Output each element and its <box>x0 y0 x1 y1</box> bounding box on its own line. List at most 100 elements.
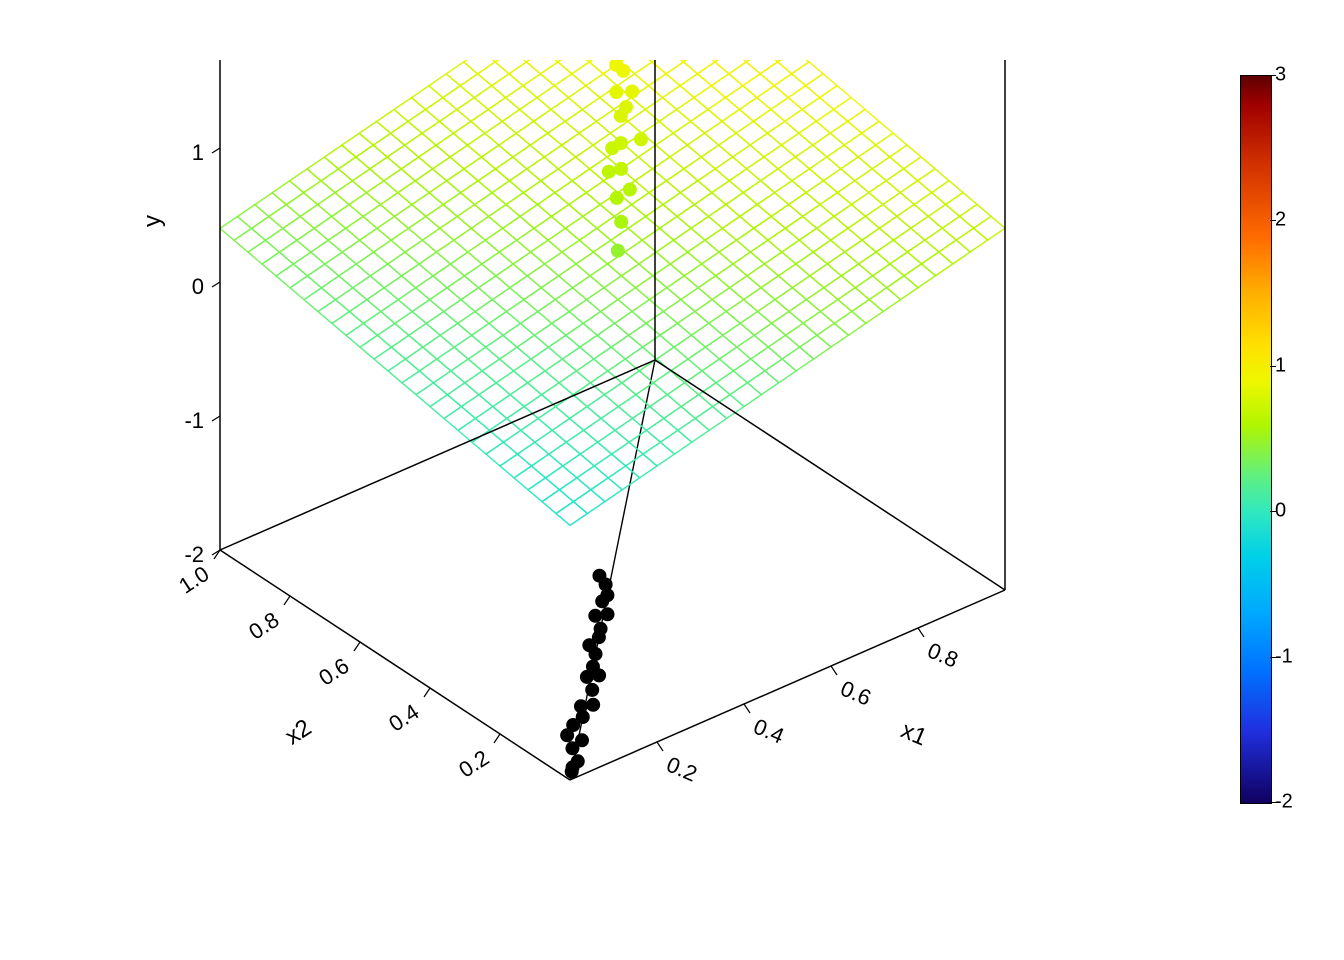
surface-cell <box>587 288 618 312</box>
surface-cell <box>674 335 705 359</box>
surface-cell <box>684 264 715 288</box>
surface-cell <box>447 169 478 193</box>
surface-cell <box>464 264 495 288</box>
surface-cell <box>827 252 858 276</box>
surface-cell <box>768 228 799 252</box>
surface-cell <box>855 169 886 193</box>
surface-cell <box>544 145 575 169</box>
surface-cell <box>500 454 531 478</box>
surface-cell <box>757 86 788 110</box>
surface-cell <box>516 121 547 145</box>
surface-cell <box>576 359 607 383</box>
surface-cell <box>551 98 582 122</box>
surface-cell <box>767 121 798 145</box>
surface-cell <box>450 252 481 276</box>
surface-cell <box>904 157 935 181</box>
surface-cell <box>478 276 509 300</box>
surface-cell <box>408 110 439 134</box>
surface-cell <box>521 418 552 442</box>
surface-cell <box>813 133 844 157</box>
surface-cell <box>464 157 495 181</box>
box-edge <box>220 550 570 780</box>
surface-cell <box>495 157 526 181</box>
surface-cell <box>660 430 691 454</box>
surface-cell <box>751 347 782 371</box>
z-axis-label: y <box>139 215 166 227</box>
surface-cell <box>715 157 746 181</box>
surface-cell <box>743 181 774 205</box>
surface-cell <box>956 228 987 252</box>
surface-cell <box>629 430 660 454</box>
surface-cell <box>635 276 666 300</box>
surface-cell <box>478 62 509 86</box>
surface-cell <box>782 347 813 371</box>
surface-cell <box>576 145 607 169</box>
surface-cell <box>353 276 384 300</box>
surface-cell <box>635 62 666 86</box>
surface-cell <box>608 466 639 490</box>
surface-cell <box>447 383 478 407</box>
surface-cell <box>489 312 520 336</box>
surface-cell <box>760 62 791 86</box>
surface-cell <box>726 300 757 324</box>
surface-cell <box>517 442 548 466</box>
surface-cell <box>800 335 831 359</box>
surface-cell <box>433 264 464 288</box>
surface-cell <box>307 264 338 288</box>
surface-cell <box>750 133 781 157</box>
surface-cell <box>415 169 446 193</box>
surface-cell <box>307 157 338 181</box>
surface-cell <box>845 240 876 264</box>
surface-cell <box>520 98 551 122</box>
surface-cell <box>513 145 544 169</box>
surface-cell <box>746 60 777 74</box>
surface-cell <box>562 133 593 157</box>
surface-cell <box>286 193 317 217</box>
surface-cell <box>820 86 851 110</box>
surface-cell <box>509 62 540 86</box>
surface-cell <box>820 300 851 324</box>
surface-cell <box>321 169 352 193</box>
surface-cell <box>663 86 694 110</box>
surface-cell <box>293 252 324 276</box>
surface-cell <box>486 335 517 359</box>
surface-cell <box>579 228 610 252</box>
surface-cell <box>552 418 583 442</box>
surface-cell <box>775 288 806 312</box>
surface-cell <box>454 335 485 359</box>
surface-cell <box>283 216 314 240</box>
surface-cell <box>325 252 356 276</box>
surface-cell <box>852 300 883 324</box>
surface-cell <box>416 276 447 300</box>
surface-cell <box>572 62 603 86</box>
surface-cell <box>670 252 701 276</box>
surface-cell <box>887 276 918 300</box>
surface-cell <box>890 252 921 276</box>
surface-cell <box>534 109 565 133</box>
surface-cell <box>398 181 429 205</box>
surface-cell <box>433 371 464 395</box>
surface-cell <box>582 98 613 122</box>
surface-cell <box>632 407 663 431</box>
surface-cell <box>461 288 492 312</box>
surface-cell <box>876 240 907 264</box>
surface-point <box>611 244 625 258</box>
surface-cell <box>684 157 715 181</box>
surface-cell <box>607 252 638 276</box>
surface-cell <box>437 347 468 371</box>
surface-cell <box>530 133 561 157</box>
surface-cell <box>747 371 778 395</box>
box-edge <box>570 590 1005 780</box>
surface-cell <box>502 109 533 133</box>
floor-point <box>594 622 608 636</box>
surface-cell <box>774 74 805 98</box>
floor-point <box>574 699 588 713</box>
surface-cell <box>377 110 408 134</box>
surface-cell <box>677 98 708 122</box>
surface-point <box>619 100 633 114</box>
x1-tick-label: 0.2 <box>663 752 701 787</box>
surface-cell <box>681 288 712 312</box>
surface-cell <box>886 169 917 193</box>
surface-cell <box>645 98 676 122</box>
surface-cell <box>862 121 893 145</box>
